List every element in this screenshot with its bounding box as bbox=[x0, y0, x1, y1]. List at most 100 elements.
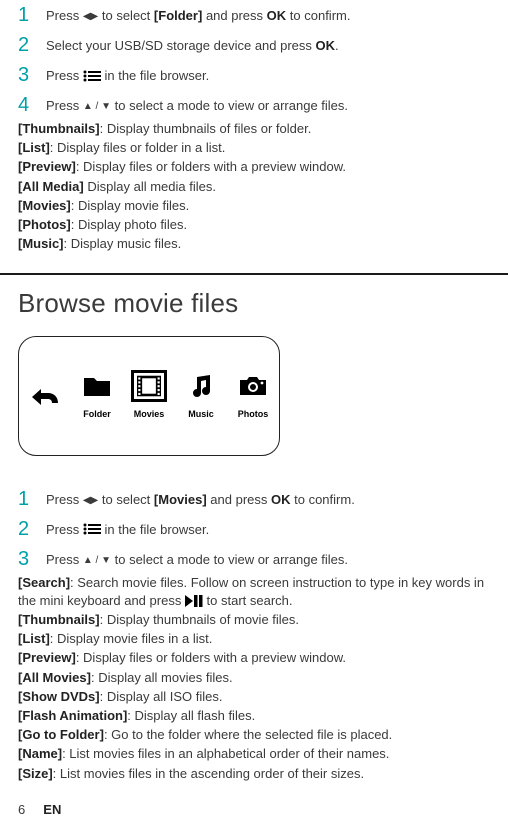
step-text: Press ▲ / ▼ to select a mode to view or … bbox=[46, 551, 490, 569]
item-key: [Go to Folder] bbox=[18, 727, 104, 742]
illus-back bbox=[27, 380, 63, 412]
item-val: : Display thumbnails of files or folder. bbox=[100, 121, 312, 136]
camera-icon bbox=[235, 370, 271, 402]
music-icon bbox=[183, 370, 219, 402]
item-val: : Display files or folder in a list. bbox=[50, 140, 226, 155]
item-val: : Display files or folders with a previe… bbox=[76, 159, 346, 174]
item-val: : Display all flash files. bbox=[127, 708, 255, 723]
item-val: : Display movie files in a list. bbox=[50, 631, 213, 646]
step-number: 1 bbox=[18, 485, 32, 513]
item-key: [List] bbox=[18, 140, 50, 155]
item-val: : Display thumbnails of movie files. bbox=[100, 612, 299, 627]
item-key: [Show DVDs] bbox=[18, 689, 100, 704]
item-list: [List]: Display movie files in a list. bbox=[18, 630, 490, 648]
item-music: [Music]: Display music files. bbox=[18, 235, 490, 253]
bold2-text: OK bbox=[267, 8, 287, 23]
item-size: [Size]: List movies files in the ascendi… bbox=[18, 765, 490, 783]
bold-text: [Folder] bbox=[154, 8, 202, 23]
pre-text: Press bbox=[46, 98, 79, 113]
item-key: [Thumbnails] bbox=[18, 612, 100, 627]
folder-icon bbox=[79, 370, 115, 402]
item-all-movies: [All Movies]: Display all movies files. bbox=[18, 669, 490, 687]
pre-text: Press bbox=[46, 8, 79, 23]
illus-movies-selected: Movies bbox=[131, 370, 167, 421]
step-text: Press in the file browser. bbox=[46, 521, 490, 539]
item-key: [Size] bbox=[18, 766, 53, 781]
menu-icon bbox=[83, 70, 101, 82]
item-preview: [Preview]: Display files or folders with… bbox=[18, 649, 490, 667]
item-photos: [Photos]: Display photo files. bbox=[18, 216, 490, 234]
step-text: Press ◀▶ to select [Folder] and press OK… bbox=[46, 7, 490, 25]
item-key: [Music] bbox=[18, 236, 64, 251]
item-name: [Name]: List movies files in an alphabet… bbox=[18, 745, 490, 763]
step-number: 3 bbox=[18, 545, 32, 573]
item-list: [List]: Display files or folder in a lis… bbox=[18, 139, 490, 157]
item-all-media: [All Media] Display all media files. bbox=[18, 178, 490, 196]
item-key: [Movies] bbox=[18, 198, 71, 213]
item-search: [Search]: Search movie files. Follow on … bbox=[18, 574, 490, 610]
b-step-2: 2 Press in the file browser. bbox=[18, 514, 490, 542]
left-right-glyph: ◀▶ bbox=[83, 495, 98, 506]
menu-icon bbox=[83, 523, 101, 535]
pre-text: Press bbox=[46, 552, 79, 567]
page-footer: 6 EN bbox=[18, 801, 490, 819]
step-number: 2 bbox=[18, 515, 32, 543]
back-icon bbox=[27, 380, 63, 412]
item-val: : Display photo files. bbox=[71, 217, 187, 232]
item-go-to-folder: [Go to Folder]: Go to the folder where t… bbox=[18, 726, 490, 744]
play-pause-icon bbox=[185, 595, 203, 607]
up-down-glyph: ▲ / ▼ bbox=[83, 101, 111, 112]
section-divider bbox=[0, 273, 508, 275]
illus-music: Music bbox=[183, 370, 219, 421]
item-val: : Go to the folder where the selected fi… bbox=[104, 727, 392, 742]
item-key: [Search] bbox=[18, 575, 70, 590]
item-key: [Flash Animation] bbox=[18, 708, 127, 723]
page-number: 6 bbox=[18, 802, 25, 817]
illus-label: Music bbox=[188, 408, 214, 421]
media-selector-illustration: Folder Movies Music Photos bbox=[18, 336, 280, 456]
post-text: to select a mode to view or arrange file… bbox=[115, 98, 348, 113]
illus-label: Photos bbox=[238, 408, 269, 421]
step-number: 2 bbox=[18, 31, 32, 59]
step-number: 3 bbox=[18, 61, 32, 89]
step-text: Press ◀▶ to select [Movies] and press OK… bbox=[46, 491, 490, 509]
item-key: [Preview] bbox=[18, 159, 76, 174]
item-val: : List movies files in the ascending ord… bbox=[53, 766, 364, 781]
mid2-text: and press bbox=[206, 8, 263, 23]
b-step-1: 1 Press ◀▶ to select [Movies] and press … bbox=[18, 484, 490, 512]
item-val: : Display music files. bbox=[64, 236, 182, 251]
item-val: : Display files or folders with a previe… bbox=[76, 650, 346, 665]
item-key: [All Media] bbox=[18, 179, 84, 194]
pre-text: Press bbox=[46, 492, 79, 507]
illus-label: Folder bbox=[83, 408, 111, 421]
item-flash-animation: [Flash Animation]: Display all flash fil… bbox=[18, 707, 490, 725]
post-text: to select a mode to view or arrange file… bbox=[115, 552, 348, 567]
post-text: . bbox=[335, 38, 339, 53]
mid2-text: and press bbox=[210, 492, 267, 507]
illus-folder: Folder bbox=[79, 370, 115, 421]
step-2: 2 Select your USB/SD storage device and … bbox=[18, 30, 490, 58]
page: 1 Press ◀▶ to select [Folder] and press … bbox=[0, 0, 508, 833]
illus-photos: Photos bbox=[235, 370, 271, 421]
step-text: Select your USB/SD storage device and pr… bbox=[46, 37, 490, 55]
post-text: to confirm. bbox=[294, 492, 355, 507]
up-down-glyph: ▲ / ▼ bbox=[83, 555, 111, 566]
left-right-glyph: ◀▶ bbox=[83, 11, 98, 22]
item-thumbnails: [Thumbnails]: Display thumbnails of movi… bbox=[18, 611, 490, 629]
bold-text: OK bbox=[316, 38, 336, 53]
section-title: Browse movie files bbox=[18, 285, 490, 321]
item-key: [Photos] bbox=[18, 217, 71, 232]
page-lang: EN bbox=[43, 802, 61, 817]
step-1: 1 Press ◀▶ to select [Folder] and press … bbox=[18, 0, 490, 28]
bold-text: [Movies] bbox=[154, 492, 207, 507]
step-number: 1 bbox=[18, 1, 32, 29]
mid-text: to select bbox=[102, 492, 150, 507]
item-val: : Display all ISO files. bbox=[100, 689, 223, 704]
b-step-3: 3 Press ▲ / ▼ to select a mode to view o… bbox=[18, 544, 490, 572]
item-preview: [Preview]: Display files or folders with… bbox=[18, 158, 490, 176]
bold2-text: OK bbox=[271, 492, 291, 507]
movies-icon bbox=[131, 370, 167, 402]
item-key: [Preview] bbox=[18, 650, 76, 665]
item-thumbnails: [Thumbnails]: Display thumbnails of file… bbox=[18, 120, 490, 138]
item-val: : List movies files in an alphabetical o… bbox=[62, 746, 389, 761]
